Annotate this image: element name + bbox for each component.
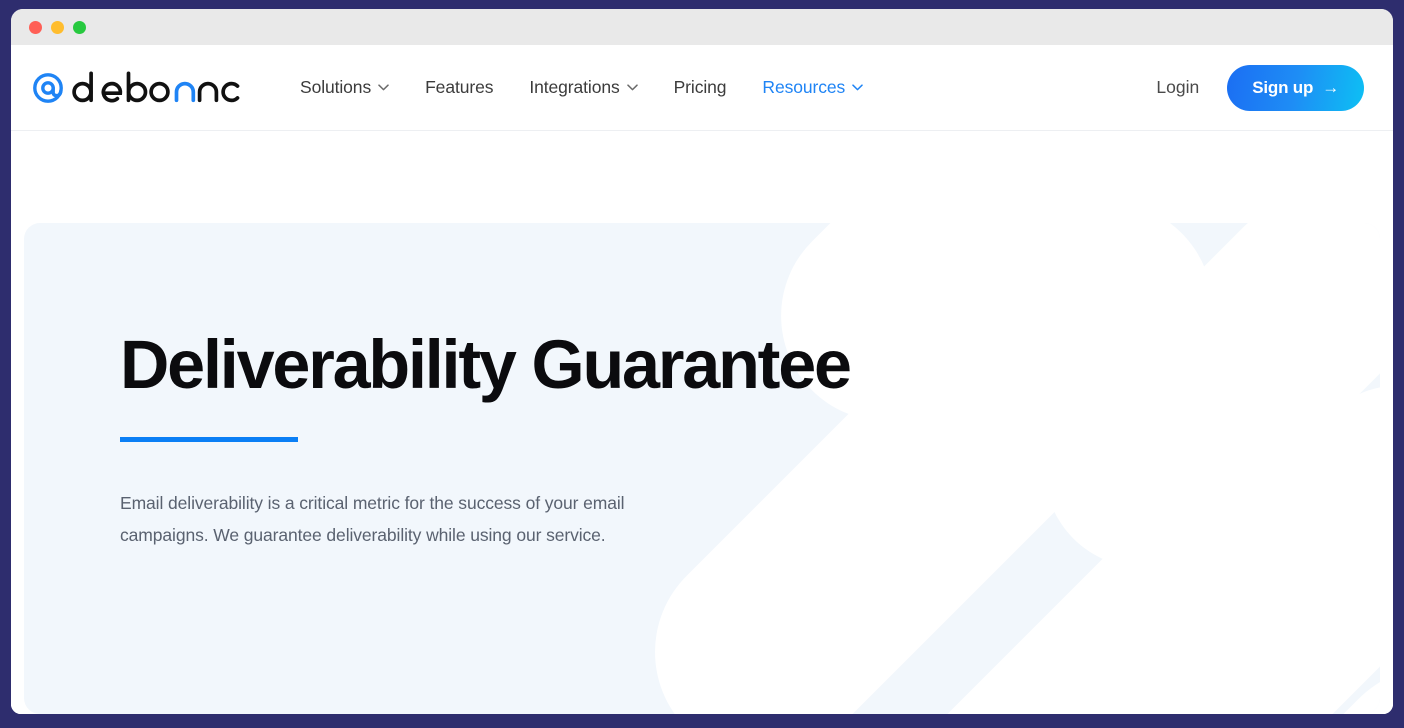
nav-item-pricing[interactable]: Pricing: [674, 77, 727, 98]
arrow-right-icon: →: [1322, 78, 1339, 97]
window-close-button[interactable]: [29, 20, 42, 34]
hero-section: Deliverability Guarantee Email deliverab…: [11, 131, 1393, 714]
debounce-logo[interactable]: [32, 70, 244, 106]
hero-paragraph: Email deliverability is a critical metri…: [120, 493, 625, 546]
main-navigation: Solutions Features Integrations Pricing: [300, 77, 863, 98]
signup-button[interactable]: Sign up →: [1227, 64, 1364, 111]
login-link[interactable]: Login: [1156, 77, 1199, 98]
browser-window: Solutions Features Integrations Pricing: [11, 9, 1393, 714]
signup-button-label: Sign up: [1252, 77, 1314, 97]
nav-item-integrations[interactable]: Integrations: [529, 77, 638, 98]
nav-label-pricing: Pricing: [673, 77, 727, 97]
hero-content: Deliverability Guarantee Email deliverab…: [24, 223, 1380, 551]
window-maximize-button[interactable]: [73, 20, 86, 34]
nav-label-integrations: Integrations: [529, 77, 620, 97]
nav-item-resources[interactable]: Resources: [762, 77, 863, 98]
decorative-capsule: [1130, 622, 1380, 714]
chevron-down-icon: [626, 84, 638, 91]
header-actions: Login Sign up →: [1156, 64, 1364, 111]
nav-label-solutions: Solutions: [300, 77, 372, 97]
chevron-down-icon: [852, 84, 863, 91]
browser-titlebar: [11, 9, 1393, 45]
window-minimize-button[interactable]: [51, 20, 64, 34]
site-header: Solutions Features Integrations Pricing: [11, 45, 1393, 131]
nav-label-resources: Resources: [762, 77, 846, 97]
hero-card: Deliverability Guarantee Email deliverab…: [24, 223, 1380, 714]
page-viewport: Solutions Features Integrations Pricing: [11, 45, 1393, 714]
debounce-logo-icon: [33, 71, 240, 103]
nav-item-features[interactable]: Features: [425, 77, 493, 98]
nav-label-features: Features: [425, 77, 494, 97]
chevron-down-icon: [378, 84, 389, 91]
nav-item-solutions[interactable]: Solutions: [300, 77, 389, 98]
title-underline-rule: [120, 437, 298, 443]
page-title: Deliverability Guarantee: [120, 326, 852, 403]
